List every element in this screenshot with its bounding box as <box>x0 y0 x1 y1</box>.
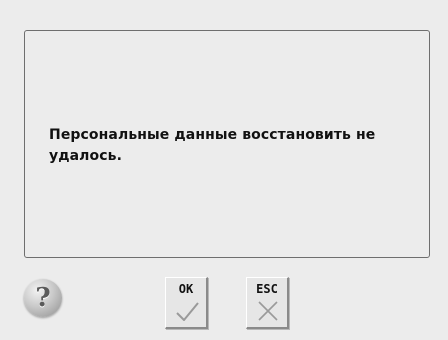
message-panel: Персональные данные восстановить не удал… <box>24 30 430 258</box>
help-button[interactable]: ? <box>24 279 62 317</box>
error-dialog-screen: Персональные данные восстановить не удал… <box>0 0 448 340</box>
question-mark-icon: ? <box>35 282 51 313</box>
ok-button[interactable]: OK <box>165 277 208 329</box>
esc-button-label: ESC <box>256 282 278 296</box>
esc-button[interactable]: ESC <box>246 277 289 329</box>
ok-button-label: OK <box>178 282 194 296</box>
checkmark-icon <box>176 302 199 321</box>
error-message: Персональные данные восстановить не удал… <box>49 127 376 164</box>
cross-icon <box>258 301 278 321</box>
